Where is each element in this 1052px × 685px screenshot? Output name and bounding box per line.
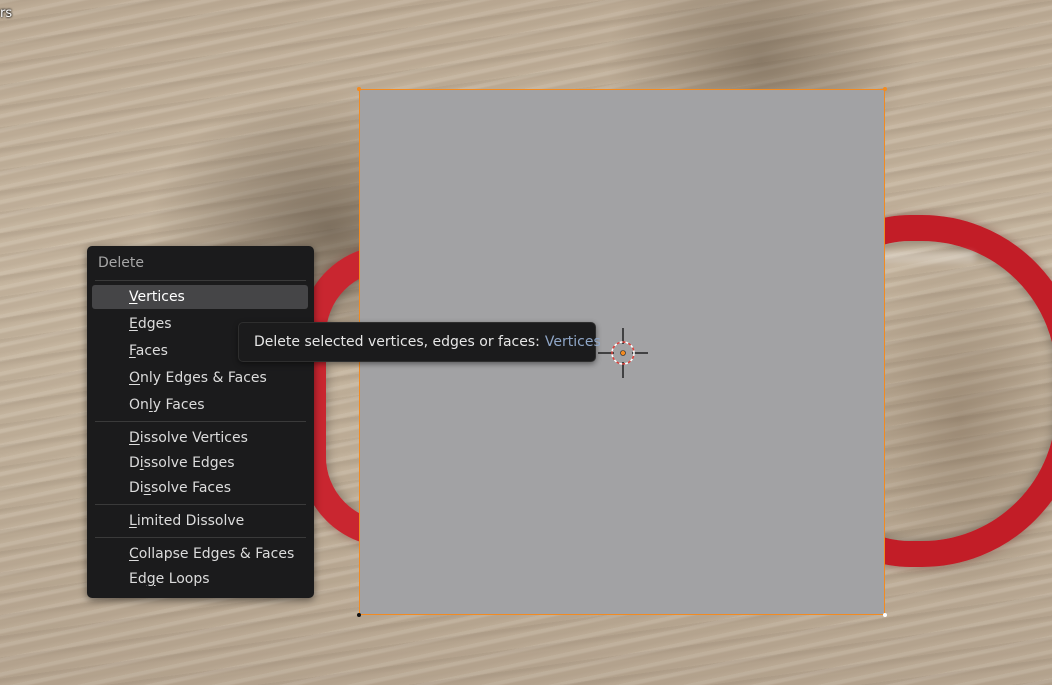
menu-item-label: Faces	[129, 343, 168, 359]
tooltip: Delete selected vertices, edges or faces…	[238, 322, 601, 362]
viewport-corner-label: rs	[0, 6, 13, 21]
vertex-top-right[interactable]	[883, 87, 887, 91]
menu-item[interactable]: Only Edges & Faces	[92, 366, 308, 390]
menu-item-label: Only Faces	[129, 397, 205, 413]
menu-item-label: Dissolve Vertices	[129, 430, 248, 446]
menu-separator	[95, 280, 306, 281]
menu-item[interactable]: Dissolve Edges	[92, 451, 308, 475]
menu-item-label: Vertices	[129, 289, 185, 305]
menu-item[interactable]: Edge Loops	[92, 567, 308, 591]
menu-item[interactable]: Only Faces	[92, 393, 308, 417]
vertex-bottom-left[interactable]	[357, 613, 361, 617]
menu-separator	[95, 421, 306, 422]
vertex-top-left[interactable]	[357, 87, 361, 91]
menu-item-label: Edge Loops	[129, 571, 210, 587]
menu-item-label: Collapse Edges & Faces	[129, 546, 295, 562]
menu-item-label: Only Edges & Faces	[129, 370, 267, 386]
menu-item[interactable]: Vertices	[92, 285, 308, 309]
menu-item[interactable]: Dissolve Vertices	[92, 426, 308, 450]
menu-item[interactable]: Limited Dissolve	[92, 509, 308, 533]
menu-item-label: Edges	[129, 316, 172, 332]
menu-separator	[95, 537, 306, 538]
3d-cursor-icon[interactable]	[598, 328, 648, 378]
menu-item[interactable]: Collapse Edges & Faces	[92, 542, 308, 566]
menu-item-label: Dissolve Faces	[129, 480, 232, 496]
menu-title: Delete	[98, 255, 144, 271]
menu-item[interactable]: Dissolve Faces	[92, 476, 308, 500]
menu-item-label: Dissolve Edges	[129, 455, 235, 471]
delete-menu: Delete Vertices Edges Faces Only Edges & Fa…	[87, 246, 314, 598]
menu-item-label: Limited Dissolve	[129, 513, 245, 529]
vertex-bottom-right[interactable]	[883, 613, 887, 617]
menu-separator	[95, 504, 306, 505]
3d-viewport[interactable]: rs Delete Vertices Edges Faces Only Edges &…	[0, 0, 1052, 685]
tooltip-highlight: Vertices	[544, 334, 601, 350]
tooltip-text: Delete selected vertices, edges or faces…	[254, 334, 540, 350]
